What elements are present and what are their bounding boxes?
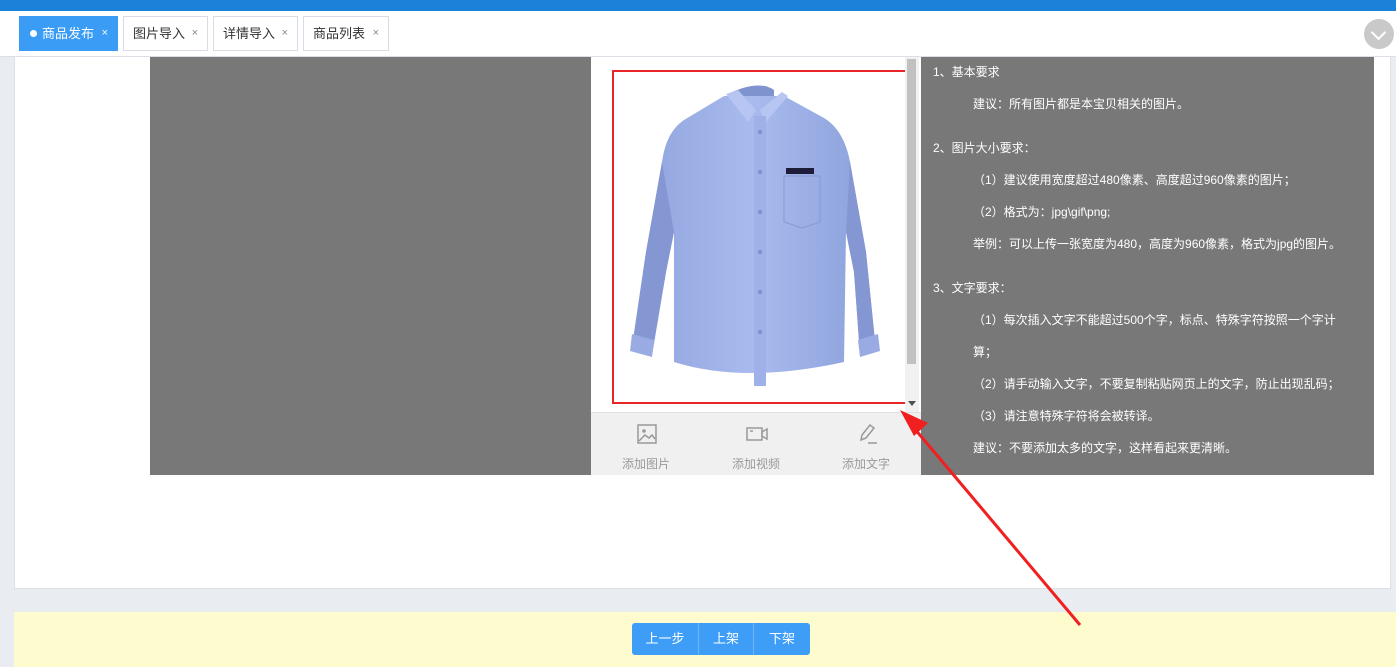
tabs-bar: 商品发布 × 图片导入 × 详情导入 × 商品列表 × — [0, 11, 1396, 57]
close-icon[interactable]: × — [192, 17, 198, 50]
add-image-button[interactable]: 添加图片 — [591, 413, 701, 476]
section-text-title: 3、文字要求： — [933, 281, 1012, 295]
section-size-item-2: （2）格式为：jpg\gif\png; — [973, 205, 1111, 219]
upload-guidelines: 1、基本要求 建议：所有图片都是本宝贝相关的图片。 2、图片大小要求： （1）建… — [921, 57, 1374, 475]
section-text-item-3: （3）请注意特殊字符将会被转译。 — [973, 409, 1160, 423]
preview-toolbar: 添加图片 添加视频 添加文字 — [591, 412, 921, 475]
add-text-button[interactable]: 添加文字 — [811, 413, 921, 476]
list-button[interactable]: 上架 — [699, 623, 754, 655]
add-image-label: 添加图片 — [621, 457, 670, 471]
tab-label: 商品列表 — [313, 26, 366, 41]
section-basic-title: 1、基本要求 — [933, 65, 1000, 79]
add-text-label: 添加文字 — [841, 457, 890, 471]
section-size-item-1: （1）建议使用宽度超过480像素、高度超过960像素的图片； — [973, 173, 1296, 187]
footer-button-group: 上一步 上架 下架 — [632, 623, 810, 655]
add-video-button[interactable]: 添加视频 — [701, 413, 811, 476]
preview-scrollbar[interactable] — [905, 57, 919, 412]
prev-step-button[interactable]: 上一步 — [632, 623, 699, 655]
video-icon — [746, 427, 768, 441]
close-icon[interactable]: × — [282, 17, 288, 50]
tab-detail-import[interactable]: 详情导入 × — [213, 16, 298, 51]
scrollbar-thumb[interactable] — [907, 59, 916, 364]
delist-button[interactable]: 下架 — [754, 623, 810, 655]
tab-label: 图片导入 — [133, 26, 186, 41]
pencil-icon — [859, 423, 877, 444]
active-dot-icon — [30, 30, 37, 37]
section-text-item-1-cont: 算； — [973, 345, 998, 359]
close-icon[interactable]: × — [373, 17, 379, 50]
tab-product-publish[interactable]: 商品发布 × — [19, 16, 118, 51]
close-icon[interactable]: × — [102, 17, 108, 50]
section-text-item-2: （2）请手动输入文字，不要复制粘贴网页上的文字，防止出现乱码； — [973, 377, 1340, 391]
section-basic-tip: 建议：所有图片都是本宝贝相关的图片。 — [973, 97, 1190, 111]
section-text-item-1: （1）每次插入文字不能超过500个字，标点、特殊字符按照一个字计 — [973, 313, 1336, 327]
product-image[interactable] — [612, 70, 908, 404]
scroll-down-icon[interactable] — [908, 401, 916, 406]
tab-label: 商品发布 — [42, 26, 95, 41]
add-video-label: 添加视频 — [731, 457, 780, 471]
tab-product-list[interactable]: 商品列表 × — [303, 16, 389, 51]
section-text-tip: 建议：不要添加太多的文字，这样看起来更清晰。 — [973, 441, 1238, 455]
chevron-down-icon[interactable] — [1364, 19, 1394, 49]
tab-image-import[interactable]: 图片导入 × — [123, 16, 208, 51]
shirt-image — [630, 85, 880, 386]
section-size-title: 2、图片大小要求： — [933, 141, 1036, 155]
image-icon — [637, 424, 657, 444]
tab-label: 详情导入 — [223, 26, 276, 41]
top-bar — [0, 0, 1396, 11]
section-size-example: 举例：可以上传一张宽度为480，高度为960像素，格式为jpg的图片。 — [973, 237, 1342, 251]
